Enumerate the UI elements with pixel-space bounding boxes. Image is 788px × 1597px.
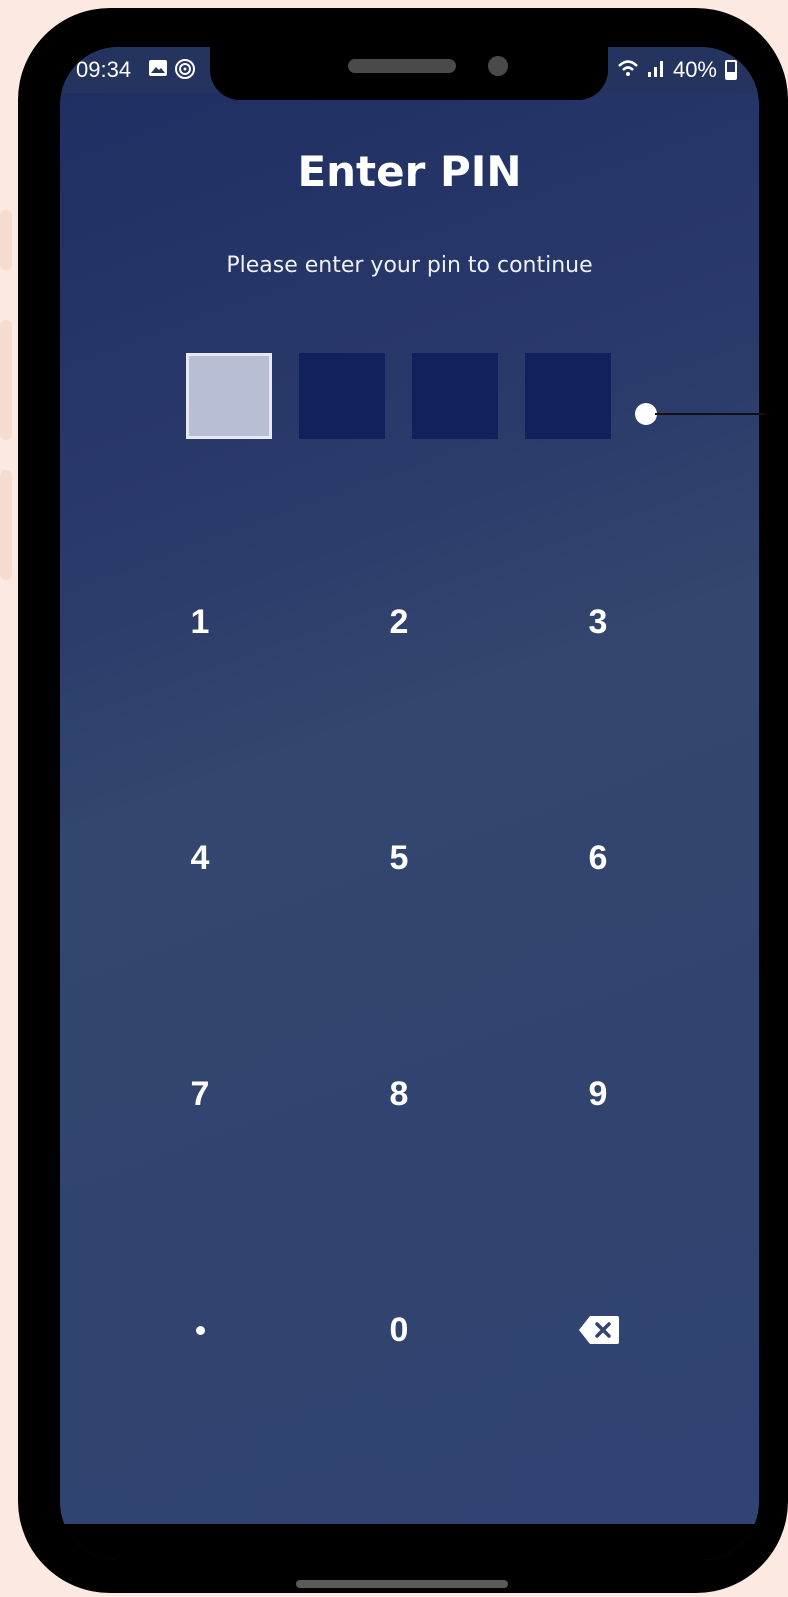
key-5[interactable]: 5 <box>329 813 469 903</box>
callout-dot <box>635 403 657 425</box>
pin-input[interactable] <box>186 353 611 439</box>
key-3[interactable]: 3 <box>528 577 668 667</box>
backspace-icon <box>578 1315 619 1345</box>
battery-icon <box>725 60 737 80</box>
key-9[interactable]: 9 <box>528 1049 668 1139</box>
key-4[interactable]: 4 <box>130 813 270 903</box>
backspace-button[interactable] <box>528 1285 668 1375</box>
home-indicator[interactable] <box>296 1580 508 1588</box>
gallery-icon <box>148 58 168 84</box>
pin-digit-box[interactable] <box>299 353 385 439</box>
navigation-bar <box>60 1524 759 1560</box>
wifi-call-icon <box>617 58 639 83</box>
background-decoration <box>0 320 12 440</box>
status-time: 09:34 <box>76 57 132 82</box>
pin-digit-box[interactable] <box>525 353 611 439</box>
background-decoration <box>0 210 12 270</box>
key-dot[interactable] <box>130 1285 270 1375</box>
key-0[interactable]: 0 <box>329 1285 469 1375</box>
pin-digit-box[interactable] <box>412 353 498 439</box>
pin-screen: 09:34 40% Enter PIN Please enter your pi… <box>60 47 759 1560</box>
battery-percentage: 40% <box>672 57 717 82</box>
fingerprint-icon <box>174 58 196 84</box>
key-2[interactable]: 2 <box>329 577 469 667</box>
pin-digit-box[interactable] <box>186 353 272 439</box>
page-title: Enter PIN <box>297 147 522 196</box>
key-1[interactable]: 1 <box>130 577 270 667</box>
front-camera <box>488 56 508 76</box>
camera-notch <box>210 47 608 100</box>
dot-icon <box>195 1325 205 1335</box>
speaker-grille <box>348 59 456 73</box>
callout-line <box>655 413 765 415</box>
page-subtitle: Please enter your pin to continue <box>226 253 593 278</box>
key-7[interactable]: 7 <box>130 1049 270 1139</box>
key-6[interactable]: 6 <box>528 813 668 903</box>
key-8[interactable]: 8 <box>329 1049 469 1139</box>
background-decoration <box>0 470 12 580</box>
signal-icon <box>647 58 665 83</box>
